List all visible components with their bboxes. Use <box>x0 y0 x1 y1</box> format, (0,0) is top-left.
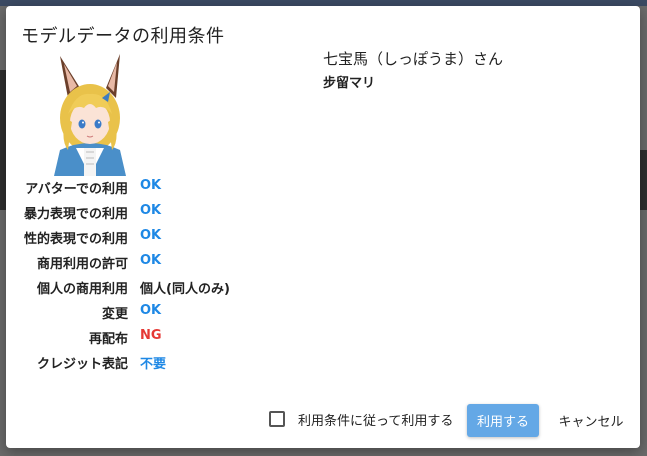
term-label: アバターでの利用 <box>25 182 128 197</box>
term-row-avatar-use: アバターでの利用 OK <box>6 178 306 198</box>
term-label: 商用利用の許可 <box>36 257 128 272</box>
cancel-button[interactable]: キャンセル <box>549 404 633 437</box>
term-value: NG <box>140 328 162 343</box>
term-row-redistribution: 再配布 NG <box>6 328 306 348</box>
term-value: OK <box>140 253 162 268</box>
dialog-footer: 利用条件に従って利用する 利用する キャンセル <box>6 404 640 438</box>
term-value: 個人(同人のみ) <box>140 282 230 297</box>
term-row-violence: 暴力表現での利用 OK <box>6 203 306 223</box>
term-row-commercial: 商用利用の許可 OK <box>6 253 306 273</box>
author-name: 步留マリ <box>323 76 376 91</box>
use-button[interactable]: 利用する <box>467 404 539 437</box>
dialog-title: モデルデータの利用条件 <box>21 26 225 47</box>
term-label: 暴力表現での利用 <box>23 207 128 222</box>
agree-checkbox[interactable] <box>269 411 285 427</box>
term-row-modification: 変更 OK <box>6 303 306 323</box>
term-label: 変更 <box>101 307 128 322</box>
term-value: OK <box>140 178 162 193</box>
term-label: 個人の商用利用 <box>36 282 128 297</box>
term-label: 再配布 <box>88 332 128 347</box>
term-row-personal-commercial: 個人の商用利用 個人(同人のみ) <box>6 278 306 298</box>
term-value: 不要 <box>140 357 167 372</box>
term-label: クレジット表記 <box>36 357 128 372</box>
term-value: OK <box>140 303 162 318</box>
term-row-sexual: 性的表現での利用 OK <box>6 228 306 248</box>
term-row-credit: クレジット表記 不要 <box>6 353 306 373</box>
terms-dialog: モデルデータの利用条件 七宝馬（しっぽうま）さん 步留マリ アバターでの利用 O… <box>6 6 640 448</box>
avatar-thumbnail <box>46 48 132 176</box>
model-name: 七宝馬（しっぽうま）さん <box>323 50 504 68</box>
term-value: OK <box>140 228 162 243</box>
agree-checkbox-label[interactable]: 利用条件に従って利用する <box>298 410 453 429</box>
term-label: 性的表現での利用 <box>23 232 128 247</box>
term-value: OK <box>140 203 162 218</box>
